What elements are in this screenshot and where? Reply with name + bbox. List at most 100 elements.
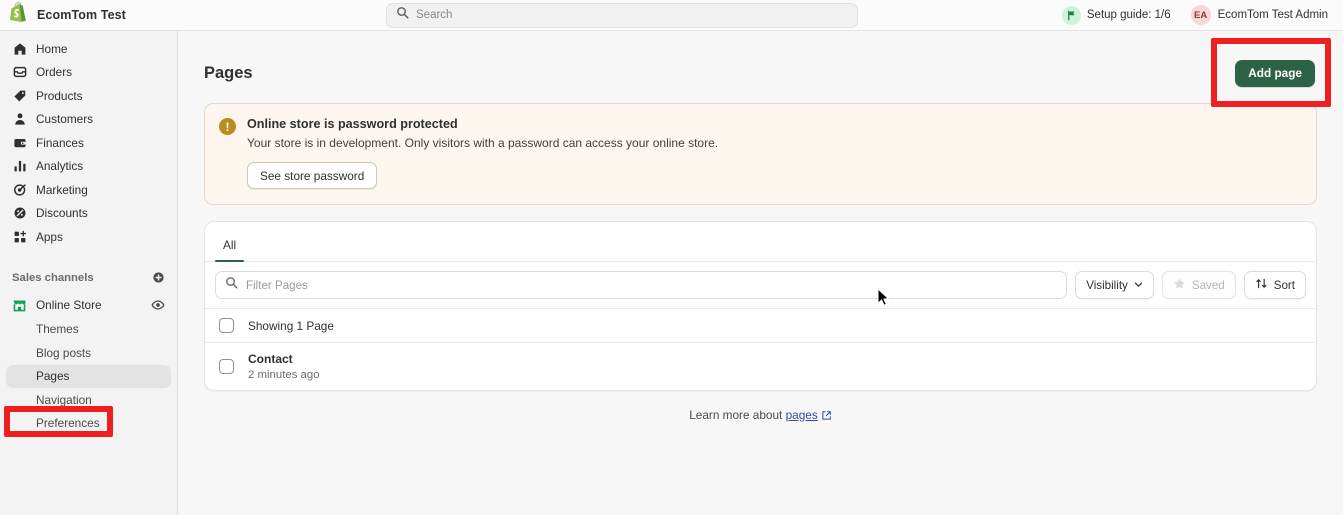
sidebar-item-label: Themes (36, 322, 79, 337)
tab-bar: All (205, 222, 1316, 262)
pages-doc-link[interactable]: pages (786, 408, 818, 422)
banner-text: Your store is in development. Only visit… (247, 136, 719, 150)
see-store-password-button[interactable]: See store password (247, 162, 378, 189)
sort-button[interactable]: Sort (1243, 271, 1306, 299)
row-checkbox[interactable] (219, 359, 234, 374)
sidebar-item-label: Orders (36, 65, 73, 80)
apps-grid-icon (12, 229, 27, 244)
sidebar-item-themes[interactable]: Themes (6, 318, 171, 342)
finances-wallet-icon (12, 135, 27, 150)
search-icon (396, 6, 409, 24)
search-area: Search (386, 2, 858, 28)
page-header: Pages Add page (178, 31, 1343, 91)
discounts-icon (12, 206, 27, 221)
search-placeholder: Search (416, 9, 453, 21)
sidebar-item-products[interactable]: Products (6, 84, 171, 108)
shopify-bag-icon (9, 2, 28, 28)
setup-guide-button[interactable]: Setup guide: 1/6 (1058, 3, 1178, 28)
page-title: Pages (204, 63, 253, 82)
select-all-checkbox[interactable] (219, 318, 234, 333)
customers-person-icon (12, 112, 27, 127)
tab-all[interactable]: All (214, 238, 245, 262)
sidebar-item-marketing[interactable]: Marketing (6, 178, 171, 202)
top-bar: EcomTom Test Search Setup guide: 1/6 EA … (0, 0, 1343, 31)
orders-icon (12, 65, 27, 80)
sidebar-item-preferences[interactable]: Preferences (6, 412, 171, 436)
sidebar-item-label: Pages (36, 369, 70, 384)
user-menu-button[interactable]: EA EcomTom Test Admin (1186, 2, 1333, 28)
top-bar-right: Setup guide: 1/6 EA EcomTom Test Admin (1058, 2, 1343, 28)
sidebar-item-customers[interactable]: Customers (6, 108, 171, 132)
app-root: EcomTom Test Search Setup guide: 1/6 EA … (0, 0, 1343, 515)
main-content: Pages Add page ! Online store is passwor… (178, 31, 1343, 515)
avatar: EA (1190, 5, 1211, 25)
learn-more-text: Learn more about (689, 408, 783, 422)
sidebar-item-pages[interactable]: Pages (6, 364, 171, 388)
brand-area[interactable]: EcomTom Test (0, 2, 380, 28)
page-title-cell: Contact (248, 352, 293, 366)
sales-channels-label: Sales channels (12, 271, 94, 284)
online-store-icon (12, 298, 27, 313)
sidebar-item-label: Navigation (36, 392, 92, 407)
sidebar-item-online-store[interactable]: Online Store (6, 293, 171, 318)
sort-arrows-icon (1255, 277, 1268, 293)
sidebar-item-label: Apps (36, 229, 63, 244)
chevron-down-icon (1134, 279, 1143, 292)
filter-placeholder: Filter Pages (246, 278, 308, 292)
sidebar-item-label: Customers (36, 112, 94, 127)
sidebar-item-blog-posts[interactable]: Blog posts (6, 341, 171, 365)
mouse-pointer-icon (877, 287, 890, 307)
table-row[interactable]: Contact 2 minutes ago (205, 342, 1316, 390)
learn-more-footer: Learn more about pages (178, 408, 1343, 424)
visibility-button[interactable]: Visibility (1075, 271, 1154, 299)
showing-count-label: Showing 1 Page (248, 318, 334, 333)
visibility-label: Visibility (1086, 278, 1128, 292)
marketing-megaphone-icon (12, 182, 27, 197)
external-link-icon (821, 410, 832, 424)
warning-exclamation-icon: ! (219, 118, 236, 135)
sidebar-item-label: Preferences (36, 416, 100, 431)
analytics-bars-icon (12, 159, 27, 174)
flag-icon (1061, 5, 1081, 25)
banner-body: Online store is password protected Your … (247, 117, 718, 189)
products-tag-icon (12, 88, 27, 103)
sidebar-item-apps[interactable]: Apps (6, 225, 171, 249)
row-body: Contact 2 minutes ago (248, 352, 320, 381)
sidebar-item-label: Blog posts (36, 345, 92, 360)
plus-circle-icon[interactable] (152, 271, 165, 284)
search-input[interactable]: Search (386, 2, 858, 28)
user-name: EcomTom Test Admin (1217, 9, 1328, 21)
eye-icon[interactable] (151, 298, 165, 312)
password-protected-banner: ! Online store is password protected You… (204, 103, 1317, 205)
add-page-button[interactable]: Add page (1235, 59, 1315, 87)
setup-guide-label: Setup guide: 1/6 (1086, 9, 1171, 21)
saved-label: Saved (1191, 278, 1225, 292)
home-icon (12, 41, 27, 56)
store-name: EcomTom Test (37, 8, 126, 22)
sidebar-item-label: Analytics (36, 159, 84, 174)
sidebar-item-discounts[interactable]: Discounts (6, 202, 171, 226)
saved-button[interactable]: Saved (1161, 271, 1236, 299)
sidebar-item-label: Home (36, 41, 68, 56)
list-header-row: Showing 1 Page (205, 308, 1316, 342)
sidebar-item-navigation[interactable]: Navigation (6, 388, 171, 412)
sort-label: Sort (1273, 278, 1295, 292)
star-icon (1173, 277, 1186, 293)
pages-card: All Filter Pages Visibility Saved Sort S… (204, 221, 1317, 391)
sidebar-item-label: Online Store (36, 298, 102, 312)
search-icon (225, 276, 238, 294)
sidebar-item-label: Discounts (36, 206, 88, 221)
sidebar: Home Orders Products Customers Finances (0, 31, 178, 515)
sidebar-item-home[interactable]: Home (6, 37, 171, 61)
sidebar-item-finances[interactable]: Finances (6, 131, 171, 155)
page-updated-cell: 2 minutes ago (248, 369, 320, 381)
sidebar-item-analytics[interactable]: Analytics (6, 155, 171, 179)
banner-title: Online store is password protected (247, 117, 458, 131)
sidebar-item-label: Marketing (36, 182, 88, 197)
sidebar-item-orders[interactable]: Orders (6, 61, 171, 85)
filter-pages-input[interactable]: Filter Pages (215, 271, 1068, 299)
sidebar-item-label: Products (36, 88, 83, 103)
filter-bar: Filter Pages Visibility Saved Sort (205, 262, 1316, 308)
sales-channels-header: Sales channels (6, 265, 171, 291)
sidebar-item-label: Finances (36, 135, 84, 150)
